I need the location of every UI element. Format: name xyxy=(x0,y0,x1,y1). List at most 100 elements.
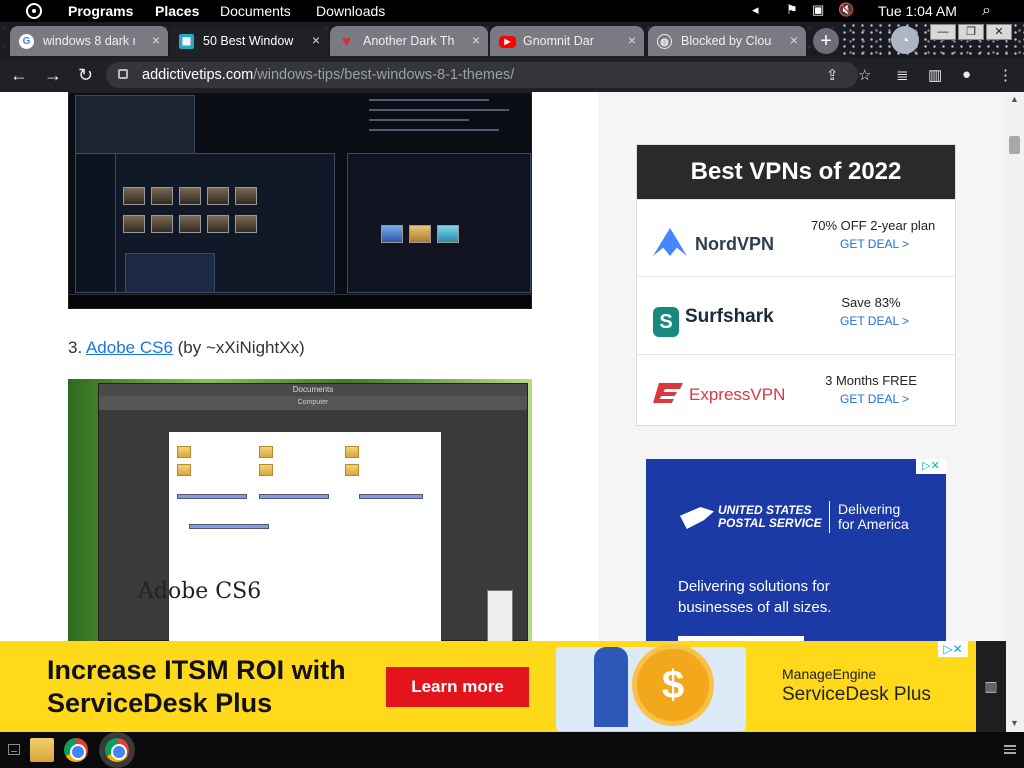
globe-icon: ◍ xyxy=(657,34,672,49)
files-icon[interactable] xyxy=(30,738,54,762)
tab-title: Another Dark The xyxy=(363,34,455,48)
url-host: addictivetips.com xyxy=(142,67,254,83)
minimize-button[interactable]: — xyxy=(930,24,956,40)
profile-icon[interactable]: ● xyxy=(962,66,971,83)
menu-downloads[interactable]: Downloads xyxy=(316,3,385,19)
servicedesk-banner-ad[interactable]: Increase ITSM ROI with ServiceDesk Plus L… xyxy=(0,641,1006,732)
theme-name-label: Adobe CS6 xyxy=(138,579,262,604)
tab-another-dark-theme[interactable]: ♥ Another Dark The × xyxy=(330,26,488,56)
learn-more-button[interactable]: Learn more xyxy=(386,667,529,707)
tab-title: 50 Best Window xyxy=(203,34,294,48)
banner-headline-line1: Increase ITSM ROI with xyxy=(47,655,346,685)
lock-icon xyxy=(118,69,128,79)
content-pane xyxy=(169,432,441,641)
theme-screenshot-adobe-cs6: Documents Computer Adobe CS6 xyxy=(68,379,532,641)
tab-addictivetips[interactable]: ▦ 50 Best Window × xyxy=(170,26,328,56)
nordvpn-logo[interactable]: NordVPN xyxy=(653,228,774,256)
taskbar xyxy=(0,732,1024,768)
adobe-cs6-link[interactable]: Adobe CS6 xyxy=(86,338,173,357)
close-tab-icon[interactable]: × xyxy=(472,32,480,48)
addictivetips-icon: ▦ xyxy=(179,34,194,49)
dollar-coin-icon: $ xyxy=(632,644,714,726)
nav-pane xyxy=(103,426,165,636)
chrome-window-icon[interactable] xyxy=(105,738,129,762)
close-tab-icon[interactable]: × xyxy=(790,32,798,48)
expressvpn-logo[interactable]: ExpressVPN xyxy=(653,383,785,406)
surfshark-logo[interactable]: S Surfshark xyxy=(653,305,774,337)
webpage: 3. Adobe CS6 (by ~xXiNightXx) Documents … xyxy=(0,92,1024,641)
usps-eagle-icon xyxy=(680,507,714,529)
url-path: /windows-tips/best-windows-8-1-themes/ xyxy=(253,67,515,83)
media-controls-icon[interactable]: ≣ xyxy=(896,66,909,84)
reload-icon[interactable]: ↻ xyxy=(78,65,93,86)
chrome-launcher-icon[interactable] xyxy=(64,738,88,762)
manageengine-logo: ManageEngine xyxy=(782,666,877,682)
page-scrollbar[interactable]: ▲ ▼ xyxy=(1006,92,1024,732)
vpn-name: ExpressVPN xyxy=(689,385,786,404)
nordvpn-mountain-icon xyxy=(653,228,687,256)
tab-title: Blocked by Clou xyxy=(681,34,772,48)
close-tab-icon[interactable]: × xyxy=(152,32,160,48)
ad-choices-icon[interactable]: ▷✕ xyxy=(938,641,968,657)
get-deal-link[interactable]: GET DEAL > xyxy=(840,392,909,406)
tab-strip: G windows 8 dark m × ▦ 50 Best Window × … xyxy=(0,22,1024,58)
usps-tagline: Delivering for America xyxy=(838,502,909,532)
clock[interactable]: Tue 1:04 AM xyxy=(878,3,957,19)
flag-icon[interactable]: ⚑ xyxy=(786,2,798,18)
usps-body-line2: businesses of all sizes. xyxy=(678,599,832,616)
vpn-row-expressvpn[interactable]: ExpressVPN 3 Months FREE GET DEAL > xyxy=(637,354,955,432)
usps-ad[interactable]: ▷✕ UNITED STATES POSTAL SERVICE Deliverin… xyxy=(646,459,946,641)
usps-name-line2: POSTAL SERVICE xyxy=(718,516,822,530)
forward-icon[interactable]: → xyxy=(44,65,62,86)
vpn-row-nordvpn[interactable]: NordVPN 70% OFF 2-year plan GET DEAL > xyxy=(637,199,955,277)
back-icon[interactable]: ← xyxy=(10,65,28,86)
restore-button[interactable]: ❐ xyxy=(958,24,984,40)
close-window-button[interactable]: ✕ xyxy=(986,24,1012,40)
google-icon: G xyxy=(19,34,34,49)
vpn-name: NordVPN xyxy=(695,234,775,254)
get-deal-link[interactable]: GET DEAL > xyxy=(840,314,909,328)
tab-blocked[interactable]: ◍ Blocked by Clou × xyxy=(648,26,806,56)
vpn-widget: Best VPNs of 2022 NordVPN 70% OFF 2-year… xyxy=(636,144,956,426)
vpn-name: Surfshark xyxy=(685,306,774,327)
top-panel: Programs Places Documents Downloads ◂ ⚑ … xyxy=(0,0,1024,22)
side-panel-icon[interactable]: ▥ xyxy=(928,66,942,84)
close-tab-icon[interactable]: × xyxy=(312,32,320,48)
divider xyxy=(829,501,830,533)
tab-title: Gnomnit Dar xyxy=(523,34,594,48)
volume-mute-icon[interactable]: 🔇 xyxy=(838,2,854,18)
profile-avatar-icon[interactable]: ◔ xyxy=(891,26,919,54)
network-icon[interactable]: ▣ xyxy=(812,2,824,18)
scroll-down-icon[interactable]: ▼ xyxy=(1010,718,1019,728)
person-illustration xyxy=(594,647,628,727)
tab-youtube[interactable]: ▶ Gnomnit Dar × xyxy=(490,26,644,56)
youtube-icon: ▶ xyxy=(499,36,516,48)
ad-choices-icon[interactable]: ▷✕ xyxy=(916,459,946,474)
usps-body: Delivering solutions for businesses of al… xyxy=(678,576,831,618)
menu-documents[interactable]: Documents xyxy=(220,3,291,19)
banner-headline-line2: ServiceDesk Plus xyxy=(47,688,273,718)
caption-author: (by ~xXiNightXx) xyxy=(172,338,305,357)
activities-icon[interactable] xyxy=(26,3,42,19)
menu-places[interactable]: Places xyxy=(155,3,199,19)
menu-kebab-icon[interactable]: ⋮ xyxy=(998,66,1013,84)
show-desktop-icon[interactable] xyxy=(8,744,20,755)
scrollbar-thumb[interactable] xyxy=(1009,136,1020,154)
usps-name-line1: UNITED STATES xyxy=(718,503,812,517)
url-text[interactable]: addictivetips.com/windows-tips/best-wind… xyxy=(142,62,514,88)
get-deal-link[interactable]: GET DEAL > xyxy=(840,237,909,251)
triangle-left-icon[interactable]: ◂ xyxy=(752,2,759,18)
address-bar[interactable]: addictivetips.com/windows-tips/best-wind… xyxy=(106,62,858,88)
tab-google-search[interactable]: G windows 8 dark m × xyxy=(10,26,168,56)
share-icon[interactable]: ⇪ xyxy=(826,66,839,84)
scroll-up-icon[interactable]: ▲ xyxy=(1010,94,1019,104)
new-tab-button[interactable]: + xyxy=(813,28,839,54)
search-icon[interactable]: ⌕ xyxy=(982,2,991,20)
menu-programs[interactable]: Programs xyxy=(68,3,133,19)
bookmark-star-icon[interactable]: ☆ xyxy=(858,66,871,84)
caption-number: 3. xyxy=(68,338,86,357)
vpn-offer: 70% OFF 2-year plan xyxy=(811,218,936,233)
taskbar-menu-icon[interactable] xyxy=(1004,745,1016,754)
close-tab-icon[interactable]: × xyxy=(628,32,636,48)
vpn-row-surfshark[interactable]: S Surfshark Save 83% GET DEAL > xyxy=(637,276,955,354)
